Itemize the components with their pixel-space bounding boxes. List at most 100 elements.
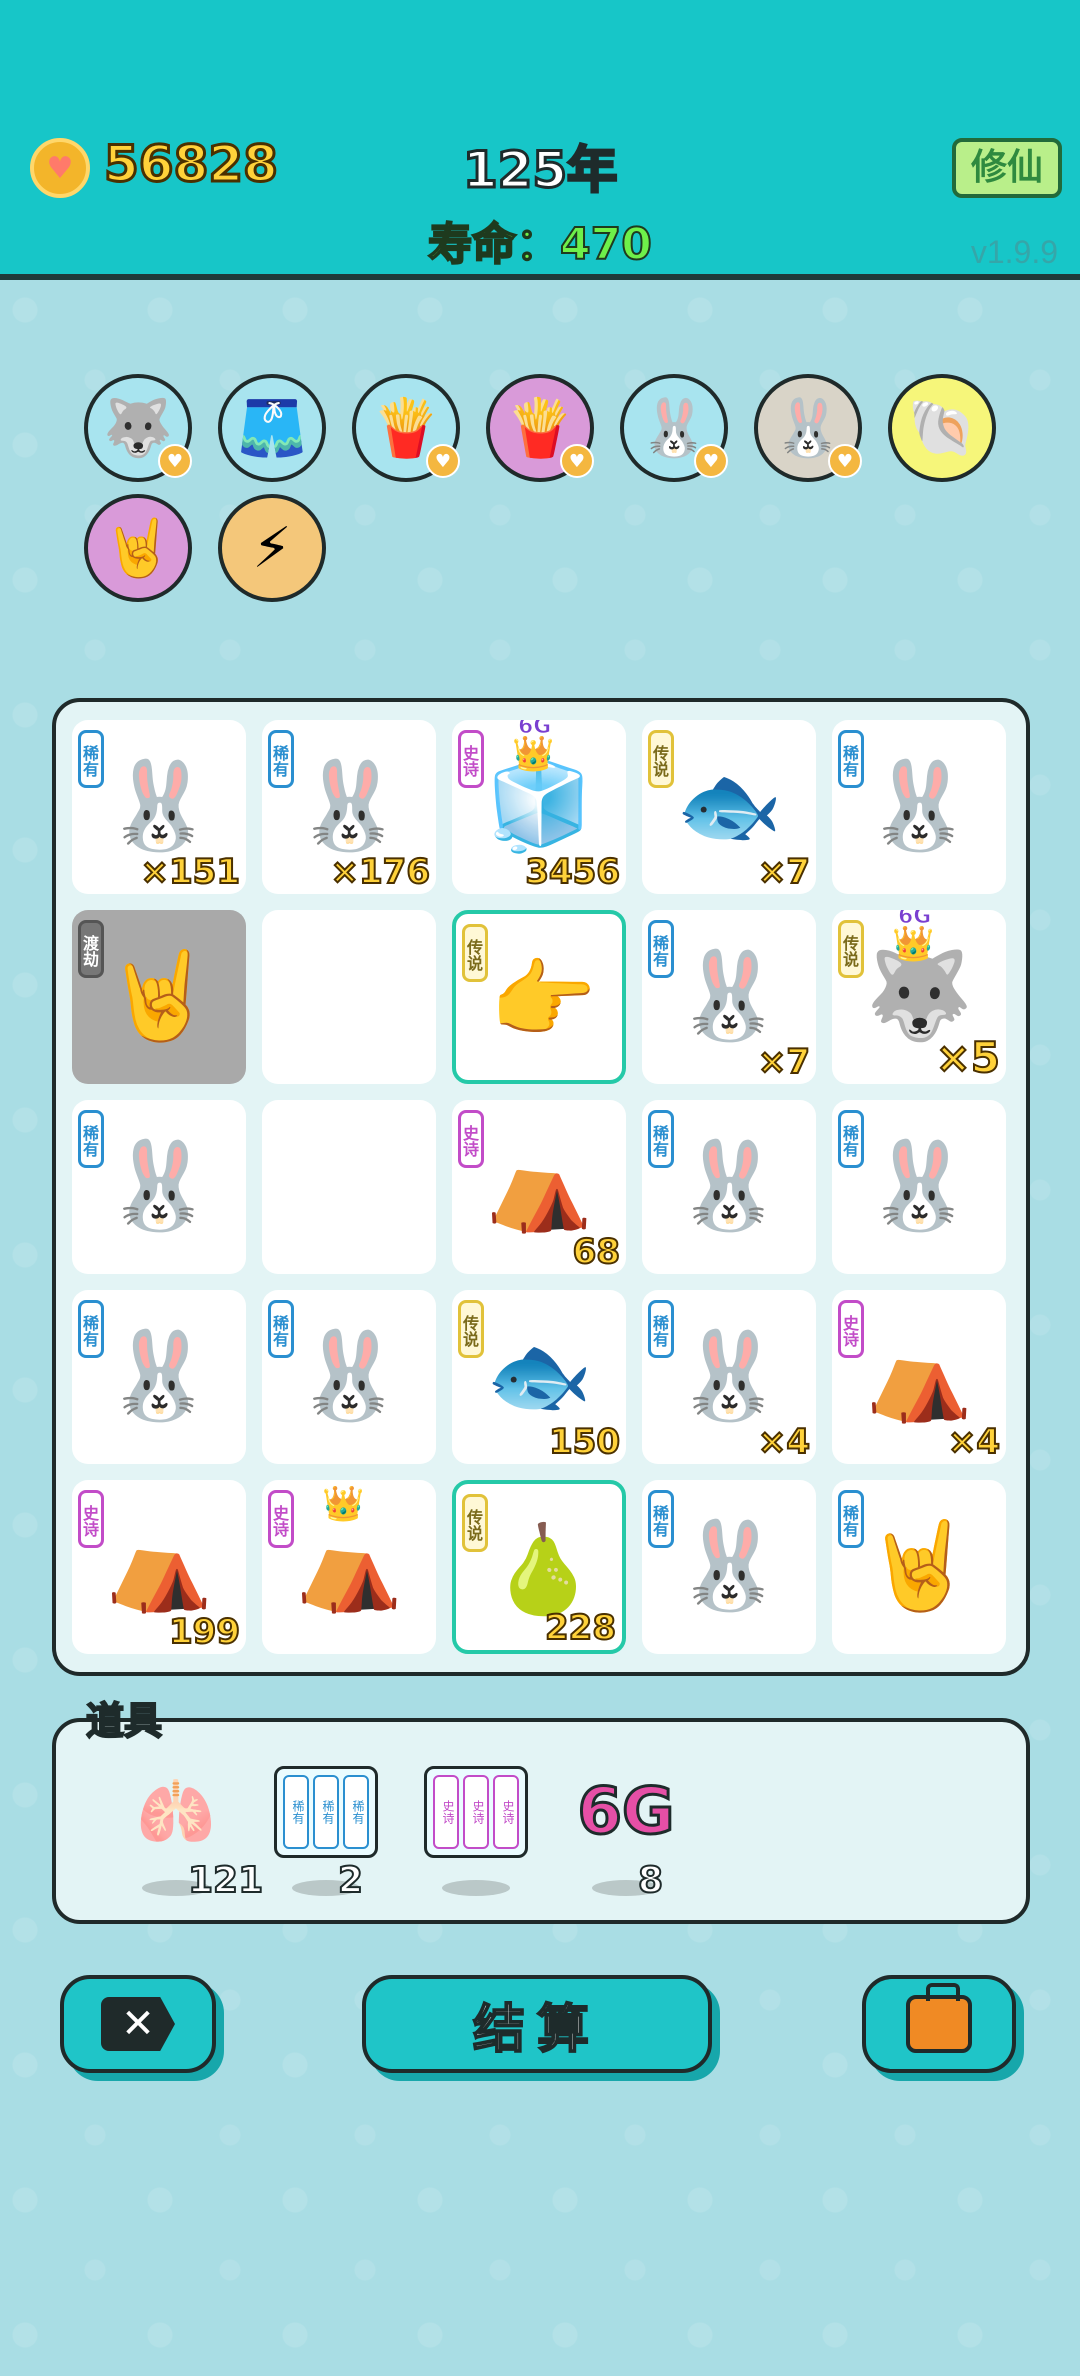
board-cell-rabbit[interactable]: 稀有 🐰 <box>642 1480 816 1654</box>
skirt-badge[interactable]: 🩳 <box>218 374 326 482</box>
item-count: ×7 <box>757 851 811 893</box>
prop-count: 121 <box>187 1859 264 1902</box>
lightning-icon: ⚡ <box>252 515 292 581</box>
item-count: ×4 <box>947 1421 1001 1463</box>
item-count: 150 <box>548 1421 621 1463</box>
board-cell-rabbit[interactable]: 稀有 🐰 <box>832 720 1006 894</box>
version-label: v1.9.9 <box>970 234 1058 270</box>
xiuxian-button[interactable]: 修仙 <box>952 138 1062 198</box>
merge-board: 稀有 🐰 ×151 稀有 🐰 ×176 史诗 🧊 6G 👑 3456 传说 🐟 ×7 稀有 🐰 渡劫 🤘 传说 👉 稀有… <box>52 698 1030 1676</box>
board-cell-rabbit[interactable]: 稀有 🐰 ×176 <box>262 720 436 894</box>
close-icon: ✕ <box>101 1997 175 2051</box>
board-cell-ice-block[interactable]: 史诗 🧊 6G 👑 3456 <box>452 720 626 894</box>
rack-slot: 稀有 <box>283 1775 309 1849</box>
header-bar: ♥ 56828 125年 寿命：470 修仙 v1.9.9 <box>0 0 1080 280</box>
shell-icon: 🐚 <box>907 396 977 461</box>
props-title: 道具 <box>85 1698 163 1744</box>
rack-slot: 史诗 <box>463 1775 489 1849</box>
board-cell-tent[interactable]: 史诗 ⛺ 68 <box>452 1100 626 1274</box>
board-cell-rabbit[interactable]: 稀有 🐰 ×151 <box>72 720 246 894</box>
skirt-icon: 🩳 <box>237 396 307 461</box>
item-count: 3456 <box>524 851 621 893</box>
prop-count: 2 <box>337 1859 364 1902</box>
briefcase-icon <box>906 1983 972 2053</box>
rock-hand-icon: 🤘 <box>103 516 173 581</box>
crown-icon: 👑 <box>512 734 555 774</box>
rare-card-rack-icon: 稀有 稀有 稀有 <box>266 1762 386 1862</box>
rabbit-icon: 🐰 <box>105 1135 213 1236</box>
rabbit-icon: 🐰 <box>865 755 973 856</box>
rack-slot: 史诗 <box>433 1775 459 1849</box>
board-cell-rock-hand[interactable]: 稀有 🤘 <box>832 1480 1006 1654</box>
board-cell-tent[interactable]: 史诗 ⛺ 👑 <box>262 1480 436 1654</box>
crown-icon: 👑 <box>892 924 935 964</box>
liver-icon: 🫁 <box>136 1775 216 1850</box>
rock-hand-icon: 🤘 <box>865 1515 973 1616</box>
settle-button[interactable]: 结算 <box>362 1975 712 2073</box>
board-cell-rabbit[interactable]: 稀有 🐰 ×4 <box>642 1290 816 1464</box>
rabbit-icon: 🐰 <box>675 1135 783 1236</box>
board-cell-pear[interactable]: 传说 🍐 228 <box>452 1480 626 1654</box>
shell-badge[interactable]: 🐚 <box>888 374 996 482</box>
item-count: ×151 <box>140 851 241 893</box>
heart-icon: ♥ <box>694 444 728 478</box>
pointing-hand-icon: 👉 <box>489 949 597 1050</box>
rabbit-badge[interactable]: 🐰 ♥ <box>620 374 728 482</box>
prop-shadow <box>442 1880 510 1896</box>
heart-icon: ♥ <box>158 444 192 478</box>
heart-icon: ♥ <box>426 444 460 478</box>
year-label: 125年 <box>461 140 618 201</box>
board-cell-tent[interactable]: 史诗 ⛺ ×4 <box>832 1290 1006 1464</box>
epic-card-rack-icon: 史诗 史诗 史诗 <box>416 1762 536 1862</box>
item-count: ×7 <box>757 1041 811 1083</box>
rock-hand-badge[interactable]: 🤘 <box>84 494 192 602</box>
heart-icon: ♥ <box>560 444 594 478</box>
board-cell-rabbit[interactable]: 稀有 🐰 ×7 <box>642 910 816 1084</box>
heart-icon: ♥ <box>828 444 862 478</box>
item-count: 199 <box>168 1611 241 1653</box>
rabbit-icon: 🐰 <box>865 1135 973 1236</box>
6g-prop[interactable]: 6G 8 <box>566 1762 686 1903</box>
item-count: ×176 <box>330 851 431 893</box>
board-cell-rock-hand[interactable]: 渡劫 🤘 <box>72 910 246 1084</box>
item-count: 68 <box>572 1231 621 1273</box>
sixg-text: 6G <box>576 1774 676 1851</box>
rabbit-icon: 🐰 <box>675 1515 783 1616</box>
board-cell-empty[interactable] <box>262 1100 436 1274</box>
board-cell-rabbit[interactable]: 稀有 🐰 <box>72 1290 246 1464</box>
rabbit-icon: 🐰 <box>295 1325 403 1426</box>
fries-badge[interactable]: 🍟 ♥ <box>486 374 594 482</box>
rabbit-icon: 🐰 <box>105 1325 213 1426</box>
bag-button[interactable] <box>862 1975 1016 2073</box>
board-cell-pointing-hand[interactable]: 传说 👉 <box>452 910 626 1084</box>
item-count: ×5 <box>935 1032 1001 1083</box>
props-panel: 🫁 121 稀有 稀有 稀有 2 史诗 史诗 史诗 6G 8 <box>52 1718 1030 1924</box>
board-cell-rabbit[interactable]: 稀有 🐰 <box>642 1100 816 1274</box>
fries-badge[interactable]: 🍟 ♥ <box>352 374 460 482</box>
close-button[interactable]: ✕ <box>60 1975 216 2073</box>
item-count: ×4 <box>757 1421 811 1463</box>
board-cell-rabbit[interactable]: 稀有 🐰 <box>262 1290 436 1464</box>
rack-slot: 稀有 <box>313 1775 339 1849</box>
rack-slot: 稀有 <box>343 1775 369 1849</box>
crown-icon: 👑 <box>322 1484 365 1524</box>
board-cell-rabbit[interactable]: 稀有 🐰 <box>72 1100 246 1274</box>
epic-rack-prop[interactable]: 史诗 史诗 史诗 <box>416 1762 536 1902</box>
item-count: 228 <box>544 1607 617 1649</box>
board-cell-tent[interactable]: 史诗 ⛺ 199 <box>72 1480 246 1654</box>
lightning-badge[interactable]: ⚡ <box>218 494 326 602</box>
life-label: 寿命：470 <box>427 218 653 271</box>
rack-slot: 史诗 <box>493 1775 519 1849</box>
husky-badge[interactable]: 🐺 ♥ <box>84 374 192 482</box>
rock-hand-icon: 🤘 <box>105 945 213 1046</box>
board-cell-husky[interactable]: 传说 🐺 6G 👑 ×5 <box>832 910 1006 1084</box>
board-cell-empty[interactable] <box>262 910 436 1084</box>
rabbit-badge[interactable]: 🐰 ♥ <box>754 374 862 482</box>
board-cell-rabbit[interactable]: 稀有 🐰 <box>832 1100 1006 1274</box>
liver-prop[interactable]: 🫁 121 <box>116 1762 264 1903</box>
board-cell-koi-fish[interactable]: 传说 🐟 ×7 <box>642 720 816 894</box>
board-cell-koi-fish[interactable]: 传说 🐟 150 <box>452 1290 626 1464</box>
sixg-icon: 6G <box>566 1762 686 1862</box>
prop-count: 8 <box>637 1859 664 1902</box>
rare-rack-prop[interactable]: 稀有 稀有 稀有 2 <box>266 1762 386 1902</box>
